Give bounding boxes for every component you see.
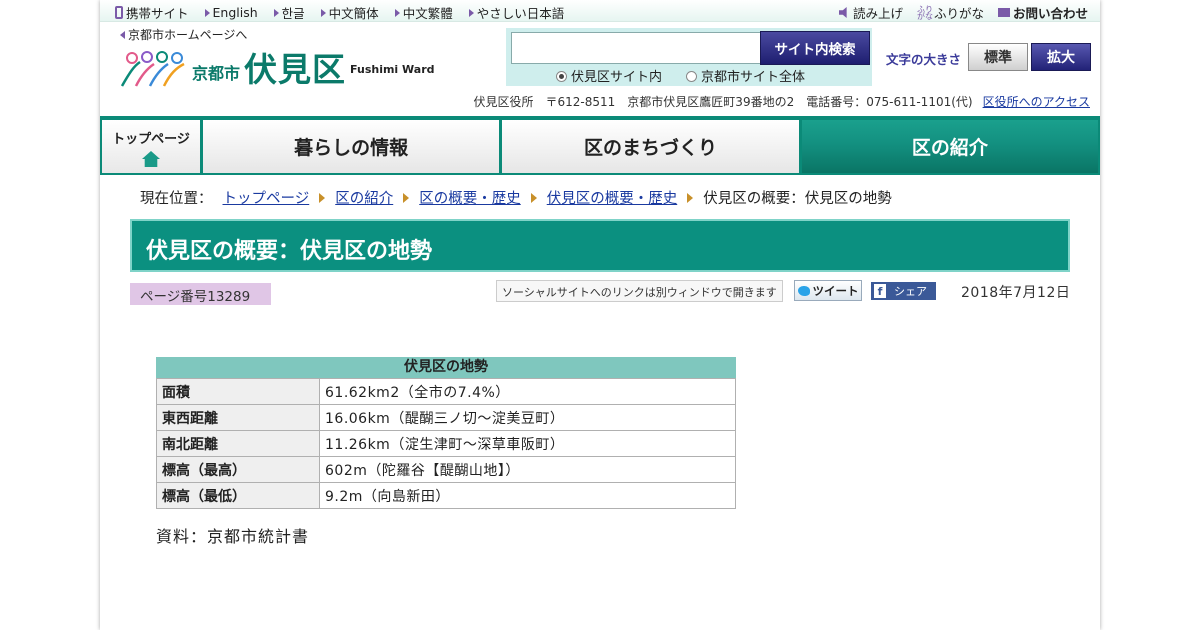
font-size-label: 文字の大きさ [886, 52, 962, 67]
search-input[interactable] [511, 32, 761, 64]
search-scope-ward-label: 伏見区サイト内 [571, 70, 663, 85]
mobile-site-label: 携帯サイト [126, 6, 189, 21]
logo-ward-text: 伏見区 [244, 50, 347, 89]
read-aloud-label: 読み上げ [852, 6, 903, 21]
speaker-icon [838, 7, 847, 18]
breadcrumb-arrow-icon [403, 192, 410, 203]
mobile-phone-icon [115, 6, 123, 19]
korean-label: 한글 [281, 6, 305, 21]
row-header: 東西距離 [156, 404, 320, 431]
row-header: 面積 [156, 378, 320, 405]
radio-selected-icon [556, 71, 567, 82]
row-value: 16.06km（醍醐三ノ切～淀美豆町） [319, 404, 736, 431]
search-scope-ward[interactable]: 伏見区サイト内 [556, 66, 662, 85]
triangle-icon [468, 8, 474, 17]
page-number: ページ番号13289 [130, 283, 271, 305]
breadcrumb-arrow-icon [687, 192, 694, 203]
social-link-note: ソーシャルサイトへのリンクは別ウィンドウで開きます [496, 280, 783, 302]
tweet-label: ツイート [812, 283, 859, 298]
table-row: 面積 61.62km2（全市の7.4%） [156, 378, 736, 405]
chinese-simplified-link[interactable]: 中文簡体 [320, 3, 379, 22]
facebook-icon: f [874, 284, 886, 298]
table-row: 東西距離 16.06km（醍醐三ノ切～淀美豆町） [156, 404, 736, 431]
breadcrumb-arrow-icon [319, 192, 326, 203]
search-scope-city-label: 京都市サイト全体 [701, 70, 806, 85]
contact-link[interactable]: お問い合わせ [997, 3, 1088, 22]
page-title: 伏見区の概要：伏見区の地勢 [130, 219, 1070, 272]
row-value: 11.26km（淀生津町～深草車阪町） [319, 430, 736, 457]
easy-japanese-label: やさしい日本語 [476, 6, 565, 21]
english-label: English [212, 5, 258, 20]
global-nav: トップページ 暮らしの情報 区のまちづくり 区の紹介 [100, 116, 1100, 175]
search-button[interactable]: サイト内検索 [760, 31, 870, 65]
read-aloud-link[interactable]: 読み上げ [838, 3, 903, 22]
row-value: 9.2m（向島新田） [319, 482, 736, 509]
breadcrumb-link-ward-intro[interactable]: 区の紹介 [335, 187, 393, 208]
nav-top-page[interactable]: トップページ [100, 120, 202, 175]
home-icon [142, 151, 160, 167]
row-header: 南北距離 [156, 430, 320, 457]
breadcrumb-current: 伏見区の概要：伏見区の地勢 [703, 191, 892, 207]
furigana-icon: ふり がな [916, 4, 933, 21]
table-caption: 伏見区の地勢 [156, 357, 736, 378]
radio-icon [686, 71, 698, 82]
nav-town-planning[interactable]: 区のまちづくり [501, 120, 801, 175]
chinese-traditional-label: 中文繁體 [402, 6, 453, 21]
triangle-icon [204, 8, 210, 17]
breadcrumb-link-overview-history[interactable]: 区の概要・歴史 [419, 187, 521, 208]
furigana-link[interactable]: ふり がな ふりがな [917, 3, 984, 22]
facebook-share-button[interactable]: f シェア [871, 282, 936, 300]
mail-icon [997, 8, 1010, 17]
chinese-simplified-label: 中文簡体 [328, 6, 379, 21]
font-size-normal-button[interactable]: 標準 [968, 43, 1028, 71]
contact-label: お問い合わせ [1012, 6, 1088, 21]
language-bar: 携帯サイト English 한글 中文簡体 中文繁體 やさしい日本語 読み上げ … [100, 0, 1100, 22]
page-container: 携帯サイト English 한글 中文簡体 中文繁體 やさしい日本語 読み上げ … [100, 0, 1100, 630]
chinese-traditional-link[interactable]: 中文繁體 [394, 3, 453, 22]
nav-ward-intro[interactable]: 区の紹介 [800, 120, 1100, 175]
triangle-icon [394, 8, 400, 17]
table-row: 南北距離 11.26km（淀生津町～深草車阪町） [156, 430, 736, 457]
furigana-label: ふりがな [933, 6, 984, 21]
breadcrumb-link-fushimi-overview[interactable]: 伏見区の概要・歴史 [547, 187, 678, 208]
kyoto-city-home-link[interactable]: 京都市ホームページへ [120, 26, 247, 43]
table-row: 標高（最低） 9.2m（向島新田） [156, 482, 736, 509]
search-scope-options: 伏見区サイト内 京都市サイト全体 [556, 66, 805, 85]
font-size-large-button[interactable]: 拡大 [1031, 43, 1091, 71]
home-link-label: 京都市ホームページへ [128, 28, 248, 42]
breadcrumb: 現在位置： トップページ 区の紹介 区の概要・歴史 伏見区の概要・歴史 伏見区の… [140, 187, 892, 208]
tweet-button[interactable]: ツイート [794, 280, 862, 301]
nav-top-label: トップページ [112, 132, 190, 147]
breadcrumb-label: 現在位置： [140, 191, 213, 207]
search-scope-city[interactable]: 京都市サイト全体 [686, 66, 805, 85]
triangle-left-icon [120, 30, 125, 39]
triangle-icon [273, 8, 279, 17]
site-search: サイト内検索 伏見区サイト内 京都市サイト全体 [506, 28, 872, 86]
english-link[interactable]: English [204, 3, 258, 22]
access-link[interactable]: 区役所へのアクセス [983, 95, 1090, 109]
korean-link[interactable]: 한글 [273, 3, 305, 22]
share-label: シェア [894, 285, 927, 298]
row-value: 602m（陀羅谷【醍醐山地】） [319, 456, 736, 483]
ward-office-address: 伏見区役所 〒612-8511 京都市伏見区鷹匠町39番地の2 電話番号：075… [474, 93, 1090, 110]
row-header: 標高（最高） [156, 456, 320, 483]
mobile-site-link[interactable]: 携帯サイト [115, 3, 189, 22]
data-source-note: 資料：京都市統計書 [156, 527, 310, 546]
breadcrumb-link-top[interactable]: トップページ [223, 187, 310, 208]
easy-japanese-link[interactable]: やさしい日本語 [468, 3, 565, 22]
terrain-table: 伏見区の地勢 面積 61.62km2（全市の7.4%） 東西距離 16.06km（醍… [156, 357, 736, 509]
address-text: 伏見区役所 〒612-8511 京都市伏見区鷹匠町39番地の2 電話番号：075… [473, 95, 973, 109]
row-value: 61.62km2（全市の7.4%） [319, 378, 736, 405]
row-header: 標高（最低） [156, 482, 320, 509]
breadcrumb-arrow-icon [530, 192, 537, 203]
table-row: 標高（最高） 602m（陀羅谷【醍醐山地】） [156, 456, 736, 483]
triangle-icon [320, 8, 326, 17]
logo-city-text: 京都市 [192, 64, 241, 83]
nav-living-info[interactable]: 暮らしの情報 [202, 120, 502, 175]
logo-figures-icon [120, 51, 185, 87]
twitter-bird-icon [797, 285, 810, 296]
logo-english-text: Fushimi Ward [350, 63, 435, 76]
site-logo[interactable]: 京都市 伏見区 Fushimi Ward [120, 48, 435, 88]
updated-date: 2018年7月12日 [961, 285, 1071, 301]
